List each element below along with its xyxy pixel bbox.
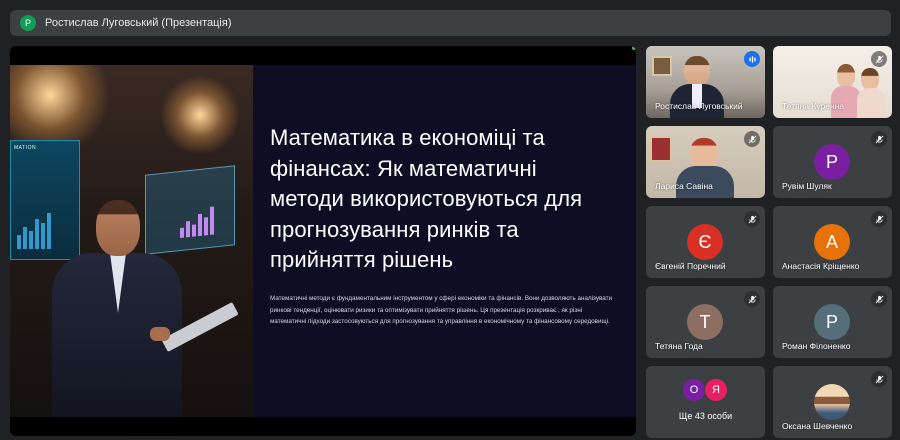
- mic-muted-icon: [871, 211, 887, 227]
- avatar: Я: [704, 378, 728, 402]
- participant-name: Рувім Шуляк: [782, 181, 832, 191]
- participant-name: Анастасія Кріщенко: [782, 261, 860, 271]
- participant-tile[interactable]: Оксана Шевченко: [773, 366, 892, 438]
- mic-muted-icon: [871, 371, 887, 387]
- slide-body: Математичні методи є фундаментальним інс…: [270, 295, 613, 326]
- slide: MATION Математика в економіці та фінанса…: [10, 65, 636, 417]
- mic-muted-icon: [744, 131, 760, 147]
- presentation-title: Ростислав Луговський (Презентація): [45, 17, 232, 29]
- avatar: А: [814, 224, 850, 260]
- participant-name: Тетяна Года: [655, 341, 703, 351]
- more-participants-avatars: ОЯ: [682, 378, 728, 402]
- participant-tile[interactable]: Є Євгеній Поречний: [646, 206, 765, 278]
- participant-tile[interactable]: А Анастасія Кріщенко: [773, 206, 892, 278]
- participant-tile[interactable]: О Я Ще 43 особи: [646, 366, 765, 438]
- avatar: [814, 384, 850, 420]
- participant-name: Роман Філоненко: [782, 341, 851, 351]
- presenter-avatar: Р: [20, 15, 36, 31]
- avatar: Р: [814, 304, 850, 340]
- avatar: Є: [687, 224, 723, 260]
- avatar: Р: [814, 144, 850, 180]
- speaking-indicator-icon: [744, 51, 760, 67]
- participant-tile[interactable]: Т Тетяна Года: [646, 286, 765, 358]
- hologram-chart: [145, 165, 235, 255]
- dashboard-screen: MATION: [10, 140, 80, 260]
- avatar: Т: [687, 304, 723, 340]
- participant-tile[interactable]: Лариса Савіна: [646, 126, 765, 198]
- presentation-header: Р Ростислав Луговський (Презентація): [10, 10, 891, 36]
- slide-title: Математика в економіці та фінансах: Як м…: [270, 125, 583, 272]
- participant-tile[interactable]: Тетяна Куренна: [773, 46, 892, 118]
- participant-name: Лариса Савіна: [655, 181, 713, 191]
- participant-name: Євгеній Поречний: [655, 261, 726, 271]
- participant-tile[interactable]: Р Рувім Шуляк: [773, 126, 892, 198]
- mic-muted-icon: [744, 291, 760, 307]
- participant-tile[interactable]: Ростислав Луговський: [646, 46, 765, 118]
- mic-muted-icon: [871, 51, 887, 67]
- avatar: О: [682, 378, 706, 402]
- participant-name: Тетяна Куренна: [782, 101, 845, 111]
- slide-photo: MATION: [10, 65, 253, 417]
- status-dot: [632, 46, 636, 50]
- participant-tile[interactable]: Р Роман Філоненко: [773, 286, 892, 358]
- presentation-stage[interactable]: MATION Математика в економіці та фінанса…: [10, 46, 636, 436]
- participant-name: Оксана Шевченко: [782, 421, 853, 431]
- more-participants-label: Ще 43 особи: [678, 411, 733, 421]
- mic-muted-icon: [871, 291, 887, 307]
- mic-muted-icon: [871, 131, 887, 147]
- participant-name: Ростислав Луговський: [655, 101, 743, 111]
- mic-muted-icon: [744, 211, 760, 227]
